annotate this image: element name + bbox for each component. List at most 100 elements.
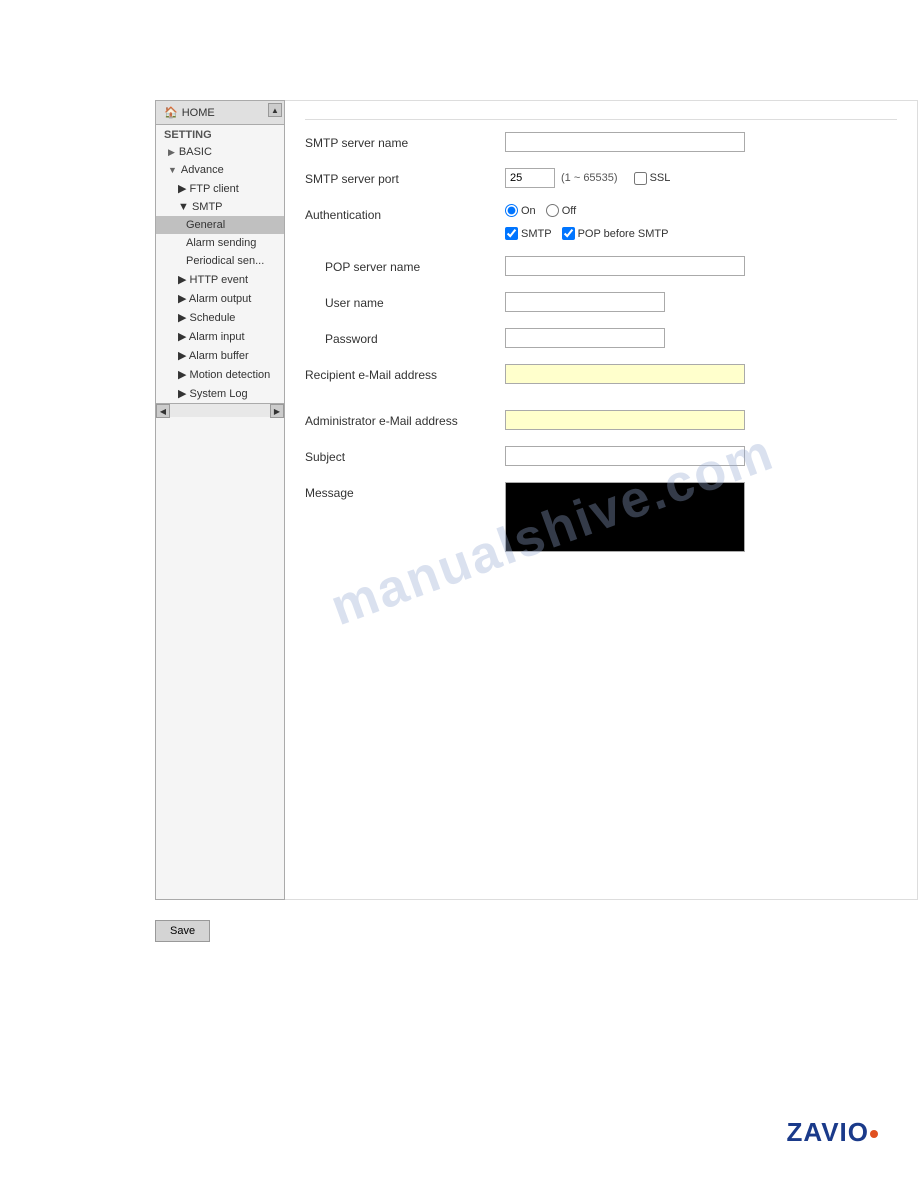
password-row: Password: [305, 324, 897, 352]
periodical-sending-label: Periodical sen...: [186, 255, 264, 267]
setting-label: SETTING: [156, 125, 284, 143]
scroll-left-btn[interactable]: ◀: [156, 404, 170, 418]
pop-before-smtp-label[interactable]: POP before SMTP: [562, 227, 669, 240]
pop-before-smtp-checkbox[interactable]: [562, 227, 575, 240]
top-divider: [305, 119, 897, 120]
user-name-controls: [505, 292, 897, 312]
motion-detection-arrow-icon: ▶: [178, 369, 186, 381]
scroll-right-btn[interactable]: ▶: [270, 404, 284, 418]
authentication-label: Authentication: [305, 204, 505, 222]
recipient-email-row: Recipient e-Mail address: [305, 360, 897, 388]
sidebar-item-basic[interactable]: ▶ BASIC: [156, 143, 284, 161]
alarm-sending-label: Alarm sending: [186, 237, 256, 249]
sidebar-scroll-up[interactable]: ▲: [268, 103, 282, 117]
user-name-row: User name: [305, 288, 897, 316]
auth-method-group: SMTP POP before SMTP: [505, 227, 897, 240]
alarm-input-label: Alarm input: [189, 331, 245, 343]
smtp-arrow-icon: ▼: [178, 201, 189, 213]
sidebar-item-alarm-input[interactable]: ▶ Alarm input: [156, 327, 284, 346]
home-label: HOME: [182, 107, 215, 119]
ftp-arrow-icon: ▶: [178, 183, 186, 195]
sidebar-item-schedule[interactable]: ▶ Schedule: [156, 308, 284, 327]
admin-email-label: Administrator e-Mail address: [305, 410, 505, 428]
smtp-checkbox-label[interactable]: SMTP: [505, 227, 552, 240]
sidebar-item-smtp[interactable]: ▼ SMTP: [156, 198, 284, 216]
logo-dot: [870, 1130, 878, 1138]
ssl-label[interactable]: SSL: [634, 172, 671, 185]
main-content: SMTP server name SMTP server port (1 ~ 6…: [285, 100, 918, 900]
authentication-controls: On Off SMTP POP before SMTP: [505, 204, 897, 240]
motion-detection-label: Motion detection: [190, 369, 271, 381]
sidebar: 🏠 HOME ▲ SETTING ▶ BASIC ▼ Advance ▶ FTP…: [155, 100, 285, 900]
password-label: Password: [305, 328, 505, 346]
smtp-server-name-row: SMTP server name: [305, 128, 897, 156]
sidebar-item-motion-detection[interactable]: ▶ Motion detection: [156, 365, 284, 384]
user-name-label: User name: [305, 292, 505, 310]
auth-off-radio[interactable]: [546, 204, 559, 217]
admin-email-controls: [505, 410, 897, 430]
port-range-hint: (1 ~ 65535): [561, 172, 618, 184]
zavio-logo: ZAVIO: [786, 1117, 878, 1148]
ssl-checkbox[interactable]: [634, 172, 647, 185]
smtp-server-name-input[interactable]: [505, 132, 745, 152]
basic-arrow-icon: ▶: [168, 147, 175, 158]
smtp-server-name-controls: [505, 132, 897, 152]
schedule-arrow-icon: ▶: [178, 312, 186, 324]
admin-email-row: Administrator e-Mail address: [305, 406, 897, 434]
http-event-arrow-icon: ▶: [178, 274, 186, 286]
sidebar-item-alarm-sending[interactable]: Alarm sending: [156, 234, 284, 252]
sidebar-item-alarm-buffer[interactable]: ▶ Alarm buffer: [156, 346, 284, 365]
smtp-server-port-row: SMTP server port (1 ~ 65535) SSL: [305, 164, 897, 192]
auth-off-label[interactable]: Off: [546, 204, 576, 217]
home-icon: 🏠: [164, 106, 178, 119]
sidebar-home[interactable]: 🏠 HOME ▲: [156, 101, 284, 125]
recipient-email-input[interactable]: [505, 364, 745, 384]
smtp-label: SMTP: [192, 201, 223, 213]
alarm-buffer-arrow-icon: ▶: [178, 350, 186, 362]
message-textarea[interactable]: [505, 482, 745, 552]
message-label: Message: [305, 482, 505, 500]
recipient-email-label: Recipient e-Mail address: [305, 364, 505, 382]
sidebar-item-periodical-sending[interactable]: Periodical sen...: [156, 252, 284, 270]
subject-row: Subject: [305, 442, 897, 470]
smtp-checkbox[interactable]: [505, 227, 518, 240]
sidebar-item-ftp-client[interactable]: ▶ FTP client: [156, 179, 284, 198]
subject-controls: [505, 446, 897, 466]
scroll-track: [170, 404, 270, 417]
advance-label: Advance: [181, 164, 224, 176]
authentication-row: Authentication On Off SMTP: [305, 200, 897, 244]
smtp-server-name-label: SMTP server name: [305, 132, 505, 150]
auth-radio-group: On Off: [505, 204, 576, 217]
schedule-label: Schedule: [190, 312, 236, 324]
basic-label: BASIC: [179, 146, 212, 158]
subject-label: Subject: [305, 446, 505, 464]
save-button[interactable]: Save: [155, 920, 210, 942]
smtp-server-port-input[interactable]: [505, 168, 555, 188]
pop-server-name-input[interactable]: [505, 256, 745, 276]
sidebar-item-general[interactable]: General: [156, 216, 284, 234]
admin-email-input[interactable]: [505, 410, 745, 430]
alarm-buffer-label: Alarm buffer: [189, 350, 249, 362]
pop-server-name-label: POP server name: [305, 256, 505, 274]
password-input[interactable]: [505, 328, 665, 348]
zavio-text: ZAVIO: [786, 1117, 869, 1147]
alarm-output-label: Alarm output: [189, 293, 251, 305]
sidebar-item-http-event[interactable]: ▶ HTTP event: [156, 270, 284, 289]
http-event-label: HTTP event: [190, 274, 249, 286]
system-log-arrow-icon: ▶: [178, 388, 186, 400]
alarm-input-arrow-icon: ▶: [178, 331, 186, 343]
smtp-server-port-controls: (1 ~ 65535) SSL: [505, 168, 897, 188]
auth-on-label[interactable]: On: [505, 204, 536, 217]
password-controls: [505, 328, 897, 348]
sidebar-item-system-log[interactable]: ▶ System Log: [156, 384, 284, 403]
user-name-input[interactable]: [505, 292, 665, 312]
subject-input[interactable]: [505, 446, 745, 466]
alarm-output-arrow-icon: ▶: [178, 293, 186, 305]
sidebar-item-alarm-output[interactable]: ▶ Alarm output: [156, 289, 284, 308]
smtp-server-port-label: SMTP server port: [305, 168, 505, 186]
recipient-email-controls: [505, 364, 897, 384]
auth-on-radio[interactable]: [505, 204, 518, 217]
system-log-label: System Log: [190, 388, 248, 400]
sidebar-item-advance[interactable]: ▼ Advance: [156, 161, 284, 179]
sidebar-scrollbar[interactable]: ◀ ▶: [156, 403, 284, 417]
